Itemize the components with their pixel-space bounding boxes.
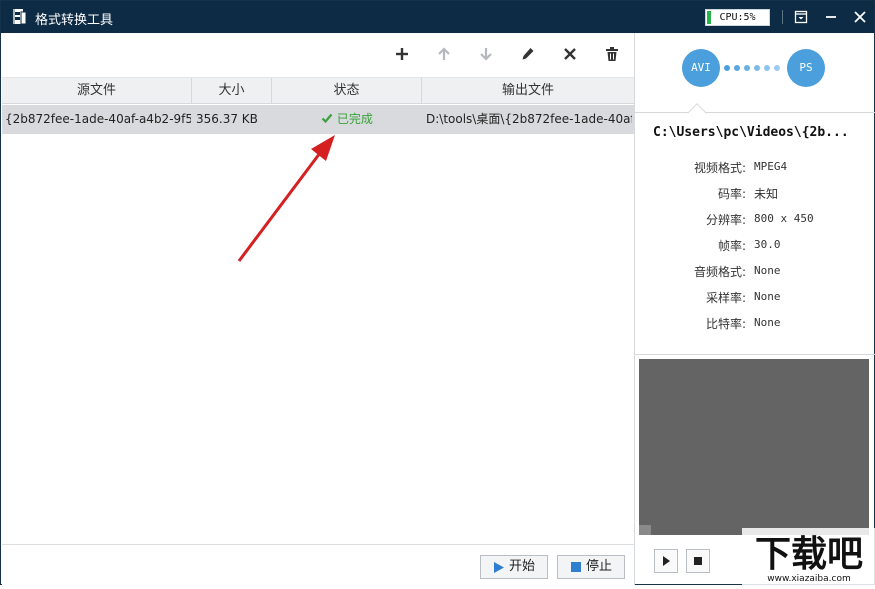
play-icon xyxy=(494,562,504,573)
check-icon xyxy=(321,113,333,124)
progress-dot xyxy=(724,65,730,71)
info-separator xyxy=(635,354,875,355)
progress-dot xyxy=(764,65,770,71)
close-icon[interactable] xyxy=(851,8,869,26)
info-label: 视频格式: xyxy=(693,161,746,175)
watermark-logo: 下载吧 www.xiazaiba.com xyxy=(742,528,875,586)
column-header-output[interactable]: 输出文件 xyxy=(422,78,634,104)
info-label: 帧率: xyxy=(717,239,746,253)
progress-dot xyxy=(774,65,780,71)
seek-handle[interactable] xyxy=(639,525,651,535)
title-separator xyxy=(782,10,783,24)
table-header: 源文件 大小 状态 输出文件 xyxy=(2,77,634,104)
info-label: 音频格式: xyxy=(693,265,746,279)
menu-icon[interactable] xyxy=(792,8,810,26)
info-value: None xyxy=(754,264,781,277)
delete-icon[interactable] xyxy=(561,45,579,63)
watermark-text: 下载吧 xyxy=(755,534,863,575)
stop-button[interactable]: 停止 xyxy=(557,555,625,579)
info-label: 分辨率: xyxy=(705,213,746,227)
target-format-badge: PS xyxy=(787,49,825,87)
film-icon xyxy=(13,9,27,25)
video-preview xyxy=(639,359,869,535)
move-down-icon[interactable] xyxy=(477,45,495,63)
column-header-status[interactable]: 状态 xyxy=(272,78,422,104)
window-title: 格式转换工具 xyxy=(35,13,114,28)
cpu-usage-bar xyxy=(707,11,711,24)
minimize-icon[interactable] xyxy=(822,8,840,26)
stop-icon xyxy=(694,557,702,565)
info-label: 比特率: xyxy=(705,317,746,331)
status-text: 已完成 xyxy=(336,112,373,126)
start-button-label: 开始 xyxy=(509,559,536,574)
title-bar: 格式转换工具 CPU:5% xyxy=(1,1,874,33)
source-format-badge: AVI xyxy=(682,49,720,87)
cpu-indicator: CPU:5% xyxy=(705,9,770,26)
move-up-icon[interactable] xyxy=(435,45,453,63)
annotation-arrow-icon xyxy=(237,135,335,262)
progress-dot xyxy=(754,65,760,71)
column-header-source[interactable]: 源文件 xyxy=(2,78,192,104)
info-value: 800 x 450 xyxy=(754,212,814,225)
info-value: 30.0 xyxy=(754,238,781,251)
progress-dot xyxy=(734,65,740,71)
cell-source-file: {2b872fee-1ade-40af-a4b2-9f53c... xyxy=(5,112,191,126)
stop-icon xyxy=(571,562,581,572)
info-value: None xyxy=(754,316,781,329)
start-button[interactable]: 开始 xyxy=(480,555,548,579)
info-value: MPEG4 xyxy=(754,160,788,173)
preview-stop-button[interactable] xyxy=(686,549,710,573)
cell-size: 356.37 KB xyxy=(196,112,258,126)
info-label: 采样率: xyxy=(705,291,746,305)
cell-output-file: D:\tools\桌面\{2b872fee-1ade-40af-a... xyxy=(426,112,632,126)
progress-dot xyxy=(744,65,750,71)
watermark-url: www.xiazaiba.com xyxy=(767,574,851,584)
cpu-label: CPU:5% xyxy=(719,12,756,23)
edit-icon[interactable] xyxy=(519,45,537,63)
info-label: 码率: xyxy=(717,187,746,201)
table-row[interactable]: {2b872fee-1ade-40af-a4b2-9f53c... 356.37… xyxy=(2,105,634,134)
file-path: C:\Users\pc\Videos\{2b... xyxy=(653,125,849,140)
add-icon[interactable] xyxy=(393,45,411,63)
conversion-panel xyxy=(635,33,875,113)
play-icon xyxy=(663,556,670,566)
trash-icon[interactable] xyxy=(603,45,621,63)
app-window: 格式转换工具 CPU:5% 源文件 大小 状态 输出文件 {2b872fee-1… xyxy=(0,0,875,586)
info-value: 未知 xyxy=(754,187,779,201)
info-value: None xyxy=(754,290,781,303)
preview-play-button[interactable] xyxy=(654,549,678,573)
cell-status: 已完成 xyxy=(272,105,422,134)
stop-button-label: 停止 xyxy=(586,559,613,574)
panel-divider xyxy=(634,33,635,585)
column-header-size[interactable]: 大小 xyxy=(192,78,272,104)
